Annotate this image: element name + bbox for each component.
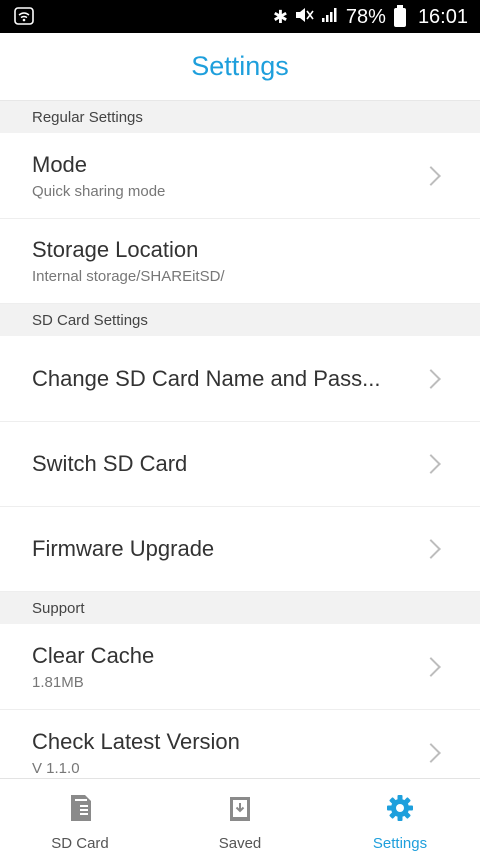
bottom-nav: SD Card Saved Settings <box>0 778 480 854</box>
row-title: Check Latest Version <box>32 728 240 754</box>
section-title: SD Card Settings <box>32 311 148 329</box>
row-subtitle: V 1.1.0 <box>32 759 80 777</box>
saved-icon <box>225 793 255 828</box>
row-subtitle: Quick sharing mode <box>32 182 166 200</box>
row-title: Change SD Card Name and Pass... <box>32 365 381 391</box>
row-title: Mode <box>32 151 88 177</box>
gear-icon <box>385 793 415 828</box>
row-title: Clear Cache <box>32 642 155 668</box>
battery-percent: 78% <box>345 5 386 28</box>
section-title: Support <box>32 599 85 617</box>
section-header-support: Support <box>0 592 480 624</box>
settings-list[interactable]: Regular Settings Mode Quick sharing mode… <box>0 101 480 778</box>
mute-icon <box>294 7 314 28</box>
nav-label: SD Card <box>51 835 109 852</box>
status-icons: ✱ 78% 16:01 <box>273 4 468 30</box>
switch-sd-card-row[interactable]: Switch SD Card <box>0 422 480 507</box>
app-header: Settings <box>0 33 480 101</box>
status-bar: ✱ 78% 16:01 <box>0 0 480 33</box>
status-time: 16:01 <box>417 5 468 28</box>
signal-icon <box>320 7 340 28</box>
section-title: Regular Settings <box>32 108 143 126</box>
row-subtitle: 1.81MB <box>32 673 84 691</box>
nav-sd-card[interactable]: SD Card <box>0 779 160 854</box>
nav-label: Saved <box>218 835 262 852</box>
section-header-regular: Regular Settings <box>0 101 480 133</box>
check-latest-version-row[interactable]: Check Latest Version V 1.1.0 <box>0 710 480 778</box>
nav-saved[interactable]: Saved <box>160 779 320 854</box>
section-header-sdcard: SD Card Settings <box>0 304 480 336</box>
battery-icon <box>393 4 406 27</box>
bluetooth-icon: ✱ <box>272 6 288 27</box>
row-title: Storage Location <box>32 237 199 262</box>
firmware-upgrade-row[interactable]: Firmware Upgrade <box>0 507 480 592</box>
row-title: Firmware Upgrade <box>32 536 215 561</box>
row-title: Switch SD Card <box>32 451 188 476</box>
clear-cache-row[interactable]: Clear Cache 1.81MB <box>0 624 480 710</box>
page-title: Settings <box>191 51 289 81</box>
row-subtitle: Internal storage/SHAREitSD/ <box>32 268 225 285</box>
nav-label: Settings <box>372 835 428 852</box>
mode-row[interactable]: Mode Quick sharing mode <box>0 133 480 219</box>
wifi-icon <box>14 7 34 25</box>
storage-location-row[interactable]: Storage Location Internal storage/SHAREi… <box>0 219 480 304</box>
change-sd-card-name-row[interactable]: Change SD Card Name and Pass... <box>0 336 480 422</box>
nav-settings[interactable]: Settings <box>320 779 480 854</box>
sd-card-icon <box>65 793 95 828</box>
